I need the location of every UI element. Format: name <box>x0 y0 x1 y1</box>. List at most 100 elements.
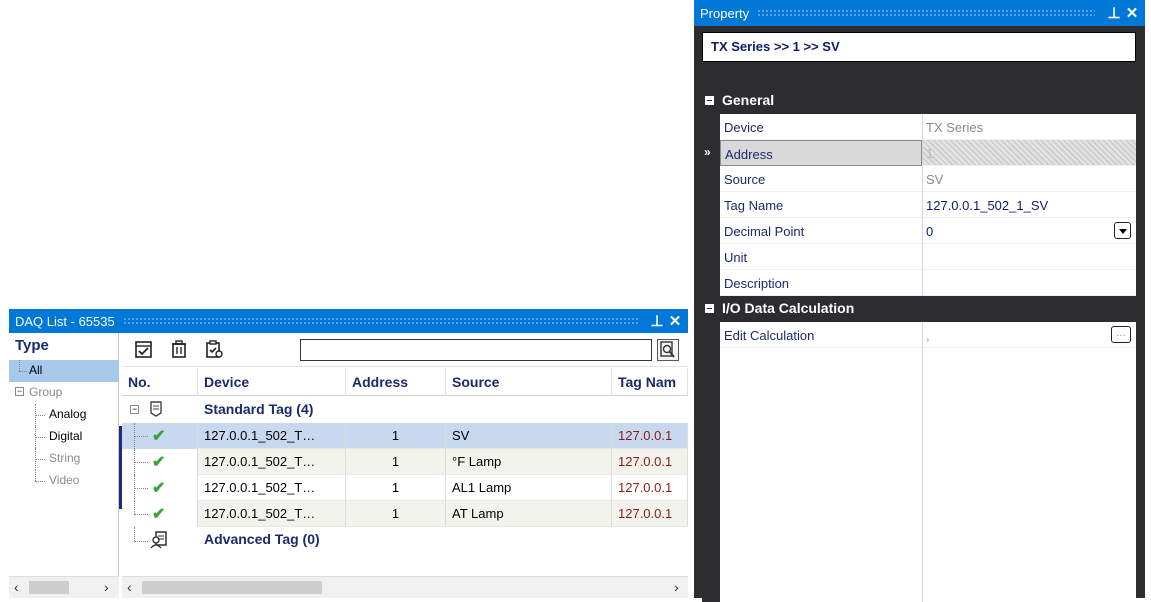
scroll-left-icon[interactable]: ‹ <box>14 579 19 595</box>
type-item-analog[interactable]: Analog <box>9 404 119 426</box>
dropdown-icon[interactable] <box>1114 222 1131 239</box>
collapse-icon[interactable]: − <box>130 405 139 414</box>
column-header-device[interactable]: Device <box>198 368 346 396</box>
tree-line <box>134 488 148 489</box>
column-header-tag-name[interactable]: Tag Nam <box>612 368 688 396</box>
type-item-video[interactable]: Video <box>9 470 119 492</box>
daq-titlebar[interactable]: DAQ List - 65535 ⊥ ✕ <box>9 309 688 333</box>
prop-row-unit[interactable]: Unit <box>702 244 1136 270</box>
grid-header: No. Device Address Source Tag Nam <box>122 368 688 396</box>
type-item-string[interactable]: String <box>9 448 119 470</box>
prop-name: Unit <box>720 244 922 270</box>
prop-value[interactable]: 1 <box>922 140 1136 166</box>
property-titlebar[interactable]: Property ⊥ ✕ <box>694 0 1145 26</box>
scroll-right-icon[interactable]: › <box>674 579 679 595</box>
column-header-no[interactable]: No. <box>122 368 198 396</box>
type-pane: Type All − Group Analog Digital String V… <box>9 333 119 598</box>
prop-value[interactable]: 127.0.0.1_502_1_SV <box>922 192 1136 218</box>
prop-value[interactable]: 0 <box>922 218 1136 244</box>
prop-row-edit-calculation[interactable]: Edit Calculation , … <box>702 322 1136 348</box>
collapse-icon[interactable] <box>705 96 714 105</box>
group-row-standard[interactable]: − Standard Tag (4) <box>122 397 688 423</box>
type-item-digital[interactable]: Digital <box>9 426 119 448</box>
property-grid: General Device TX Series » Address 1 Sou… <box>702 88 1136 602</box>
prop-row-source[interactable]: Source SV <box>702 166 1136 192</box>
property-panel: Property ⊥ ✕ TX Series >> 1 >> SV Genera… <box>694 0 1145 602</box>
search-icon <box>660 341 675 358</box>
pin-icon[interactable]: ⊥ <box>1105 4 1123 22</box>
type-item-group[interactable]: − Group <box>9 382 119 404</box>
decimal-point-value: 0 <box>926 224 934 239</box>
type-label: Video <box>49 473 80 487</box>
daq-list-panel: DAQ List - 65535 ⊥ ✕ Type All − Group An… <box>9 309 688 598</box>
prop-row-device[interactable]: Device TX Series <box>702 114 1136 140</box>
prop-row-tag-name[interactable]: Tag Name 127.0.0.1_502_1_SV <box>702 192 1136 218</box>
collapse-icon[interactable]: − <box>15 387 24 396</box>
close-icon[interactable]: ✕ <box>666 312 684 330</box>
select-all-icon[interactable] <box>134 339 154 359</box>
pin-icon[interactable]: ⊥ <box>648 312 666 330</box>
search-button[interactable] <box>657 339 679 361</box>
check-icon: ✔ <box>152 506 166 523</box>
tree-line <box>134 436 148 437</box>
tree-line <box>134 514 148 515</box>
scroll-left-icon[interactable]: ‹ <box>127 579 132 595</box>
group-label: Standard Tag (4) <box>204 401 314 417</box>
prop-name: Decimal Point <box>720 218 922 244</box>
group-row-advanced[interactable]: Advanced Tag (0) <box>122 527 688 555</box>
prop-name: Tag Name <box>720 192 922 218</box>
grid-toolbar <box>122 333 688 367</box>
type-label: Group <box>29 385 63 399</box>
category-label: General <box>722 92 775 108</box>
category-io-data-calculation[interactable]: I/O Data Calculation <box>702 296 1136 322</box>
column-header-address[interactable]: Address <box>346 368 446 396</box>
prop-row-decimal-point[interactable]: Decimal Point 0 <box>702 218 1136 244</box>
category-general[interactable]: General <box>702 88 1136 114</box>
delete-icon[interactable] <box>169 339 189 359</box>
tree-line <box>35 437 45 438</box>
table-row[interactable]: ✔ 127.0.0.1_502_T… 1 °F Lamp 127.0.0.1 <box>122 449 688 475</box>
table-row[interactable]: ✔ 127.0.0.1_502_T… 1 AT Lamp 127.0.0.1 <box>122 501 688 527</box>
source-cell: AT Lamp <box>446 501 612 527</box>
scroll-right-icon[interactable]: › <box>104 579 109 595</box>
prop-value[interactable] <box>922 244 1136 270</box>
grid-hscrollbar[interactable]: ‹ › <box>122 576 688 598</box>
close-icon[interactable]: ✕ <box>1123 4 1141 22</box>
advanced-tag-icon <box>150 531 167 549</box>
titlebar-grip <box>122 317 638 325</box>
daq-title: DAQ List - 65535 <box>15 313 115 329</box>
prop-name: Device <box>720 114 922 140</box>
prop-value[interactable]: , … <box>922 322 1136 348</box>
table-row[interactable]: ✔ 127.0.0.1_502_T… 1 AL1 Lamp 127.0.0.1 <box>122 475 688 501</box>
prop-row-description[interactable]: Description <box>702 270 1136 296</box>
prop-value: SV <box>922 166 1136 192</box>
property-title: Property <box>700 5 750 21</box>
device-cell: 127.0.0.1_502_T… <box>198 449 346 475</box>
address-cell: 1 <box>346 449 446 475</box>
row-number-cell: ✔ <box>122 475 198 501</box>
table-row[interactable]: ✔ 127.0.0.1_502_T… 1 SV 127.0.0.1 <box>122 423 688 449</box>
scroll-thumb[interactable] <box>29 581 69 594</box>
search-input[interactable] <box>300 339 652 361</box>
tree-line <box>35 459 45 460</box>
prop-value[interactable] <box>922 270 1136 296</box>
type-item-all[interactable]: All <box>9 360 119 382</box>
type-label: All <box>29 363 43 377</box>
tree-line <box>35 481 45 482</box>
collapse-icon[interactable] <box>705 304 714 313</box>
tag-settings-icon[interactable] <box>204 339 224 359</box>
tree-line <box>134 527 135 541</box>
check-icon: ✔ <box>152 454 166 471</box>
tree-line <box>19 360 20 371</box>
type-label: Analog <box>49 407 87 421</box>
row-number-cell: ✔ <box>122 449 198 475</box>
prop-row-address[interactable]: » Address 1 <box>702 140 1136 166</box>
titlebar-grip <box>757 9 1095 17</box>
device-cell: 127.0.0.1_502_T… <box>198 501 346 527</box>
column-header-source[interactable]: Source <box>446 368 612 396</box>
type-hscrollbar[interactable]: ‹ › <box>9 576 119 598</box>
scroll-thumb[interactable] <box>142 581 322 594</box>
prop-name: Description <box>720 270 922 296</box>
ellipsis-icon[interactable]: … <box>1111 326 1131 343</box>
grid-divider <box>922 322 923 602</box>
